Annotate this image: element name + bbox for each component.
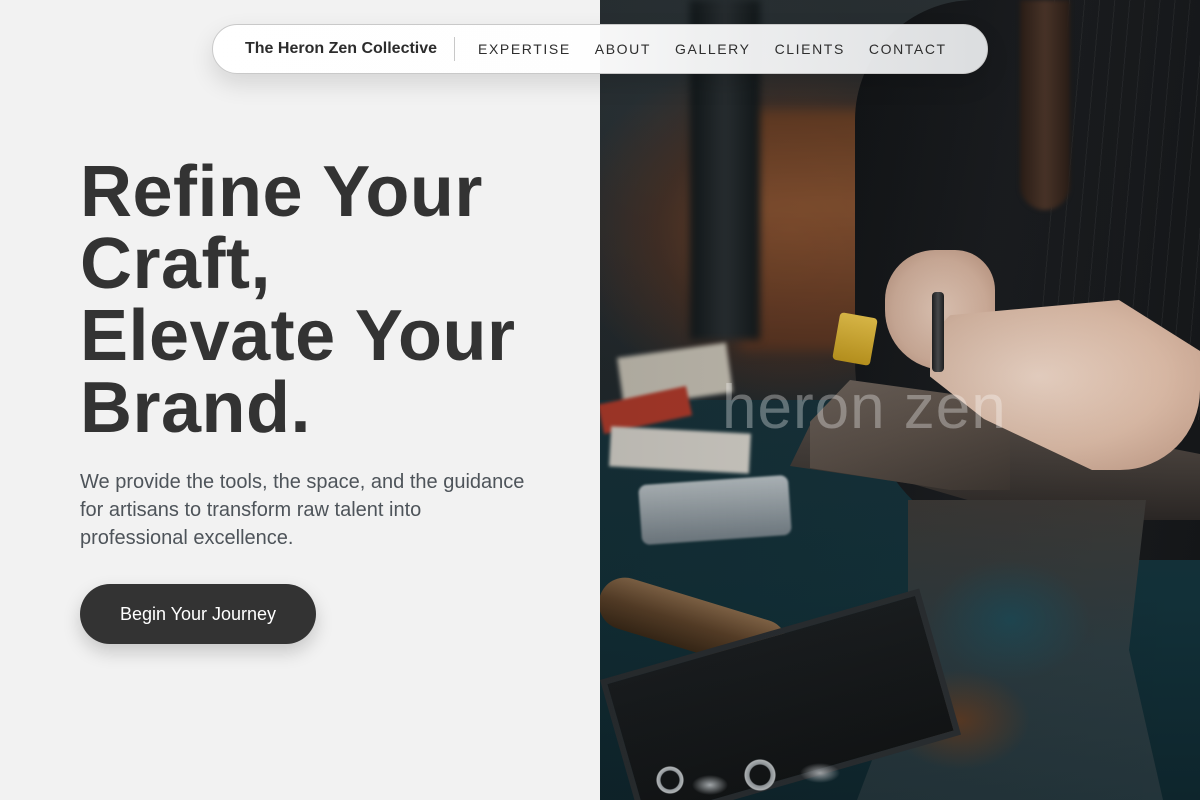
nav-link-contact[interactable]: CONTACT bbox=[869, 41, 947, 57]
hero-title-line: Refine Your bbox=[80, 152, 483, 232]
image-watermark: heron zen bbox=[722, 373, 1007, 442]
hero-left-panel: Refine Your Craft, Elevate Your Brand. W… bbox=[0, 0, 600, 800]
brand-logo[interactable]: The Heron Zen Collective bbox=[245, 40, 437, 58]
nav-link-about[interactable]: ABOUT bbox=[595, 41, 651, 57]
nav-link-gallery[interactable]: GALLERY bbox=[675, 41, 751, 57]
page: Refine Your Craft, Elevate Your Brand. W… bbox=[0, 0, 1200, 800]
hero-title-line: Elevate Your bbox=[80, 296, 516, 376]
nav-link-expertise[interactable]: EXPERTISE bbox=[478, 41, 571, 57]
hero-subtitle: We provide the tools, the space, and the… bbox=[80, 471, 525, 549]
top-navigation: The Heron Zen Collective EXPERTISE ABOUT… bbox=[212, 24, 988, 74]
nav-links: EXPERTISE ABOUT GALLERY CLIENTS CONTACT bbox=[478, 41, 947, 57]
hero-title: Refine Your Craft, Elevate Your Brand. bbox=[80, 156, 580, 444]
nav-divider bbox=[454, 37, 456, 61]
begin-journey-button[interactable]: Begin Your Journey bbox=[80, 584, 316, 644]
hero-title-line: Craft, bbox=[80, 224, 272, 304]
nav-link-clients[interactable]: CLIENTS bbox=[775, 41, 845, 57]
hero-image: heron zen bbox=[600, 0, 1200, 800]
hero-title-line: Brand. bbox=[80, 368, 312, 448]
